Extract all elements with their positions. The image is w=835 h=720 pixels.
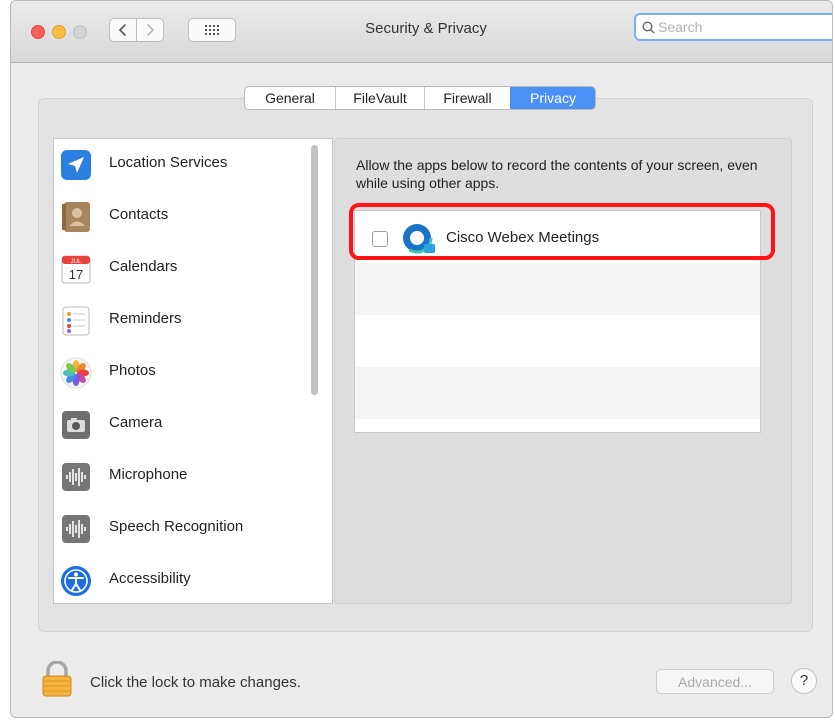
show-all-button[interactable]: [188, 18, 236, 42]
privacy-category-list: Location Services Contacts JUL 17 Calend…: [53, 138, 333, 604]
svg-text:17: 17: [69, 267, 83, 282]
search-input[interactable]: [655, 19, 818, 35]
minimize-button[interactable]: [52, 25, 66, 39]
sidebar-item-camera[interactable]: Camera: [54, 399, 304, 451]
sidebar-item-reminders[interactable]: Reminders: [54, 295, 304, 347]
list-item: [355, 315, 760, 367]
sidebar-scrollbar[interactable]: [311, 145, 318, 395]
forward-button[interactable]: [136, 18, 164, 42]
app-name: Cisco Webex Meetings: [446, 229, 600, 246]
sidebar-item-speech-recognition[interactable]: Speech Recognition: [54, 503, 304, 555]
sidebar-item-label: Speech Recognition: [109, 518, 244, 535]
search-icon: [642, 20, 655, 34]
sidebar-item-label: Photos: [109, 362, 156, 379]
sidebar-item-label: Calendars: [109, 258, 178, 275]
sidebar-item-label: Accessibility: [109, 570, 191, 587]
close-button[interactable]: [31, 25, 45, 39]
grid-icon: [205, 25, 219, 35]
lock-message: Click the lock to make changes.: [90, 674, 301, 691]
sidebar-item-label: Camera: [109, 414, 163, 431]
advanced-button[interactable]: Advanced...: [656, 669, 774, 694]
sidebar-item-calendars[interactable]: JUL 17 Calendars: [54, 243, 304, 295]
webex-icon: [400, 221, 436, 257]
help-button[interactable]: ?: [791, 668, 817, 694]
title-bar: Security & Privacy: [11, 1, 832, 63]
sidebar-item-microphone[interactable]: Microphone: [54, 451, 304, 503]
sidebar-item-location-services[interactable]: Location Services: [54, 139, 304, 191]
speech-waveform-icon: [59, 512, 93, 546]
reminders-list-icon: [59, 304, 93, 338]
sidebar-item-photos[interactable]: Photos: [54, 347, 304, 399]
photos-flower-icon: [59, 356, 93, 390]
search-box[interactable]: [634, 13, 832, 41]
tab-general[interactable]: General: [245, 87, 335, 109]
tab-privacy[interactable]: Privacy: [510, 87, 595, 109]
sidebar-item-label: Reminders: [109, 310, 182, 327]
back-button[interactable]: [109, 18, 137, 42]
window-title: Security & Privacy: [365, 20, 487, 37]
zoom-button[interactable]: [73, 25, 87, 39]
sidebar-item-accessibility[interactable]: Accessibility: [54, 555, 304, 603]
sidebar-item-label: Contacts: [109, 206, 169, 223]
tab-filevault[interactable]: FileVault: [335, 87, 424, 109]
app-permission-checkbox[interactable]: [372, 231, 388, 247]
chevron-left-icon: [118, 24, 126, 36]
tab-bar: General FileVault Firewall Privacy: [244, 86, 596, 110]
accessibility-icon: [59, 564, 93, 598]
contacts-book-icon: [59, 200, 93, 234]
list-item: [355, 263, 760, 315]
sidebar-item-label: Location Services: [109, 154, 228, 171]
permission-description: Allow the apps below to record the conte…: [356, 157, 758, 191]
svg-text:JUL: JUL: [71, 259, 82, 265]
camera-icon: [59, 408, 93, 442]
sidebar-item-contacts[interactable]: Contacts: [54, 191, 304, 243]
app-row-cisco-webex-meetings[interactable]: Cisco Webex Meetings: [355, 211, 760, 263]
microphone-waveform-icon: [59, 460, 93, 494]
chevron-right-icon: [147, 24, 155, 36]
padlock-icon[interactable]: [40, 660, 74, 697]
calendar-icon: JUL 17: [59, 252, 93, 286]
list-item: [355, 367, 760, 419]
location-arrow-icon: [59, 148, 93, 182]
tab-firewall[interactable]: Firewall: [424, 87, 510, 109]
sidebar-item-label: Microphone: [109, 466, 188, 483]
app-list: Cisco Webex Meetings: [354, 210, 761, 433]
